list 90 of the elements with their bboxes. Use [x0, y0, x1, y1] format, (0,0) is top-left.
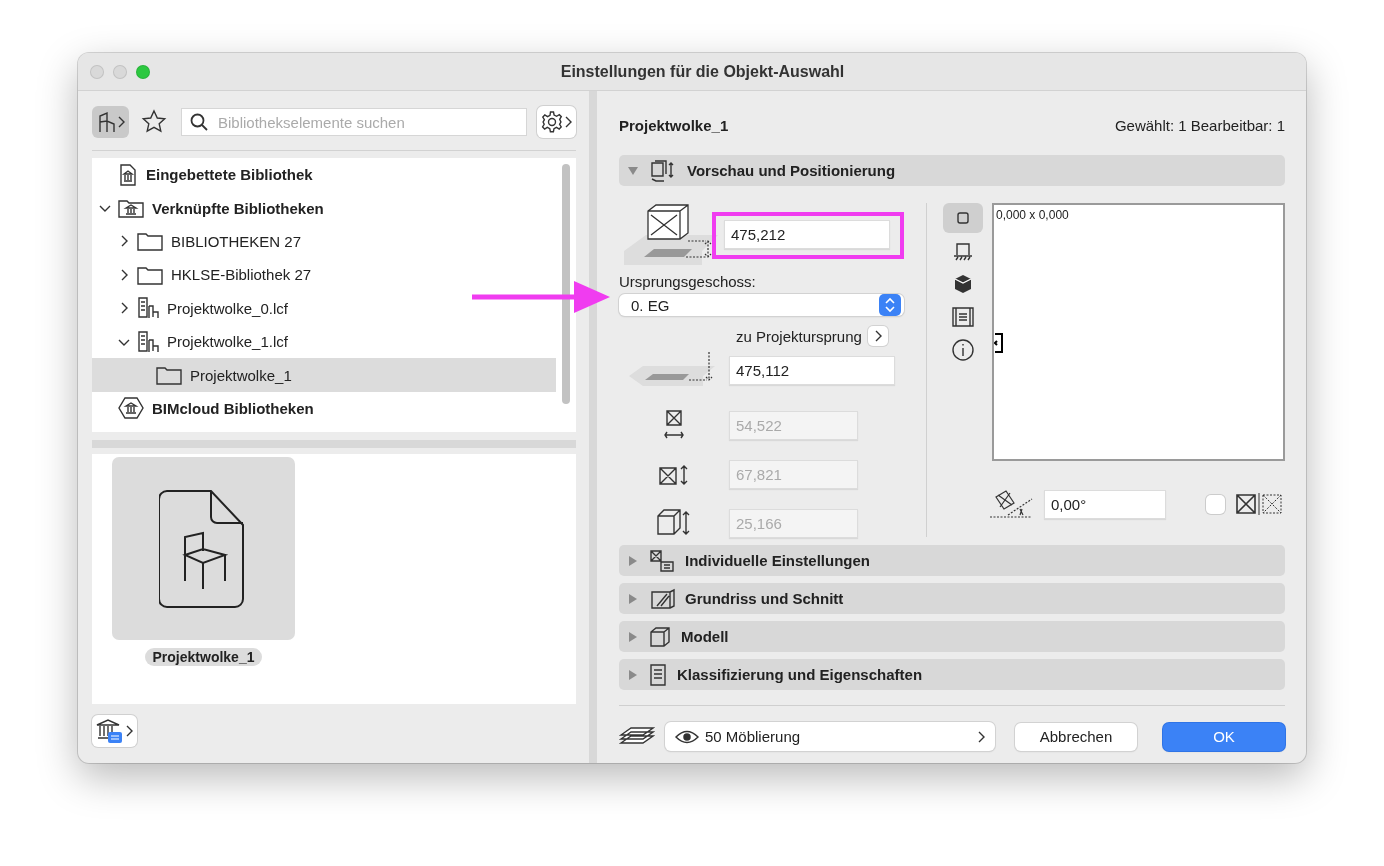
- solid-cube-icon: [953, 274, 973, 294]
- depth-icon: [658, 463, 690, 486]
- cloud-library-icon: [118, 396, 144, 421]
- cube-icon: [649, 625, 671, 648]
- tree-item[interactable]: HKLSE-Bibliothek 27: [92, 258, 556, 292]
- chevron-icon: [120, 235, 128, 248]
- scrollbar[interactable]: [562, 164, 570, 404]
- chair-icon: [96, 110, 116, 134]
- eye-icon: [675, 728, 699, 745]
- cancel-button[interactable]: Abbrechen: [1015, 722, 1137, 751]
- parameters-icon: [649, 548, 675, 573]
- tree-item-label: Projektwolke_0.lcf: [167, 299, 288, 317]
- search-field[interactable]: Bibliothekselemente suchen: [181, 108, 527, 136]
- rotation-angle-icon: [988, 489, 1034, 519]
- folder-icon: [156, 365, 182, 386]
- tree-item-label: Eingebettete Bibliothek: [146, 166, 313, 184]
- origin-elevation-field[interactable]: 475,112: [729, 355, 895, 385]
- library-list-icon: [96, 718, 124, 744]
- tree-item-label: BIMcloud Bibliotheken: [152, 399, 314, 417]
- angle-field[interactable]: 0,00°: [1044, 489, 1166, 519]
- info-icon: [951, 338, 975, 362]
- chevron-icon: [120, 268, 128, 281]
- story-select[interactable]: 0. EG: [619, 294, 904, 316]
- square-icon: [956, 211, 970, 225]
- container-file-icon: [137, 297, 159, 320]
- star-icon: [141, 109, 167, 135]
- selection-count: Gewählt: 1 Bearbeitbar: 1: [1114, 116, 1285, 134]
- tree-item[interactable]: Projektwolke_1.lcf: [92, 324, 556, 359]
- layer-select[interactable]: 50 Möblierung: [665, 722, 995, 751]
- chevron-icon: [118, 337, 130, 346]
- selection-title: Projektwolke_1: [619, 116, 729, 134]
- mirror-icon: [1235, 493, 1285, 515]
- story-label: Ursprungsgeschoss:: [619, 273, 757, 290]
- disclosure-triangle-icon: [627, 668, 639, 681]
- height-icon: [656, 508, 692, 538]
- tree-item[interactable]: BIBLIOTHEKEN 27: [92, 224, 556, 259]
- chevron-icon: [125, 725, 133, 737]
- search-icon: [190, 113, 208, 131]
- tree-item[interactable]: Eingebettete Bibliothek: [92, 158, 556, 192]
- object-name: Projektwolke_1: [144, 648, 263, 666]
- chevron-icon: [873, 330, 882, 342]
- width-icon: [663, 409, 685, 441]
- document-list-icon: [649, 663, 667, 686]
- tree-item[interactable]: BIMcloud Bibliotheken: [92, 391, 556, 426]
- reference-label: zu Projektursprung: [736, 327, 862, 345]
- section-header[interactable]: Grundriss und Schnitt: [619, 583, 1285, 614]
- disclosure-triangle-icon: [627, 164, 639, 177]
- disclosure-triangle-icon: [627, 592, 639, 605]
- tree-item-label: HKLSE-Bibliothek 27: [171, 266, 312, 284]
- preview-size: 0,000 x 0,000: [996, 208, 1069, 222]
- library-manager-button[interactable]: [92, 715, 137, 747]
- anchor-marker-icon: [994, 333, 1004, 353]
- tree-item-label: Projektwolke_1.lcf: [167, 333, 288, 351]
- folder-icon: [137, 231, 163, 252]
- library-document-icon: [118, 163, 138, 186]
- ok-button[interactable]: OK: [1163, 722, 1285, 751]
- search-input[interactable]: Bibliothekselemente suchen: [216, 112, 518, 132]
- tree-item[interactable]: Projektwolke_1: [92, 358, 556, 392]
- chevron-icon: [977, 730, 985, 743]
- view-button[interactable]: [943, 203, 983, 233]
- section-header[interactable]: Modell: [619, 621, 1285, 652]
- object-thumbnail[interactable]: [112, 457, 295, 640]
- section-header[interactable]: Klassifizierung und Eigenschaften: [619, 659, 1285, 690]
- stepper-icon: [885, 297, 895, 313]
- section-header[interactable]: Individuelle Einstellungen: [619, 545, 1285, 576]
- elevation-icon: [952, 241, 974, 261]
- elevation-field[interactable]: 475,212: [724, 219, 890, 249]
- folder-icon: [137, 264, 163, 285]
- tree-item-label: Projektwolke_1: [190, 366, 292, 384]
- chevron-icon: [99, 204, 111, 213]
- mirror-checkbox[interactable]: [1206, 494, 1225, 514]
- tree-item[interactable]: Projektwolke_0.lcf: [92, 291, 556, 325]
- reference-button[interactable]: [867, 326, 888, 346]
- disclosure-triangle-icon: [627, 630, 639, 643]
- window-title: Einstellungen für die Objekt-Auswahl: [560, 62, 846, 81]
- container-file-icon: [137, 330, 159, 353]
- film-list-icon: [951, 307, 975, 327]
- tree-item[interactable]: Verknüpfte Bibliotheken: [92, 191, 556, 225]
- settings-button[interactable]: [537, 106, 576, 138]
- disclosure-triangle-icon: [627, 554, 639, 567]
- chevron-icon: [117, 116, 125, 128]
- chevron-icon: [120, 302, 128, 315]
- settings-icon: [541, 111, 563, 133]
- section-header[interactable]: Vorschau und Positionierung: [619, 155, 1285, 186]
- library-folder-icon: [118, 198, 144, 219]
- tree-item-label: BIBLIOTHEKEN 27: [171, 232, 302, 250]
- object-type-button[interactable]: [92, 106, 129, 138]
- section-plan-icon: [649, 587, 675, 610]
- tree-item-label: Verknüpfte Bibliotheken: [152, 199, 324, 217]
- chevron-icon: [564, 116, 572, 128]
